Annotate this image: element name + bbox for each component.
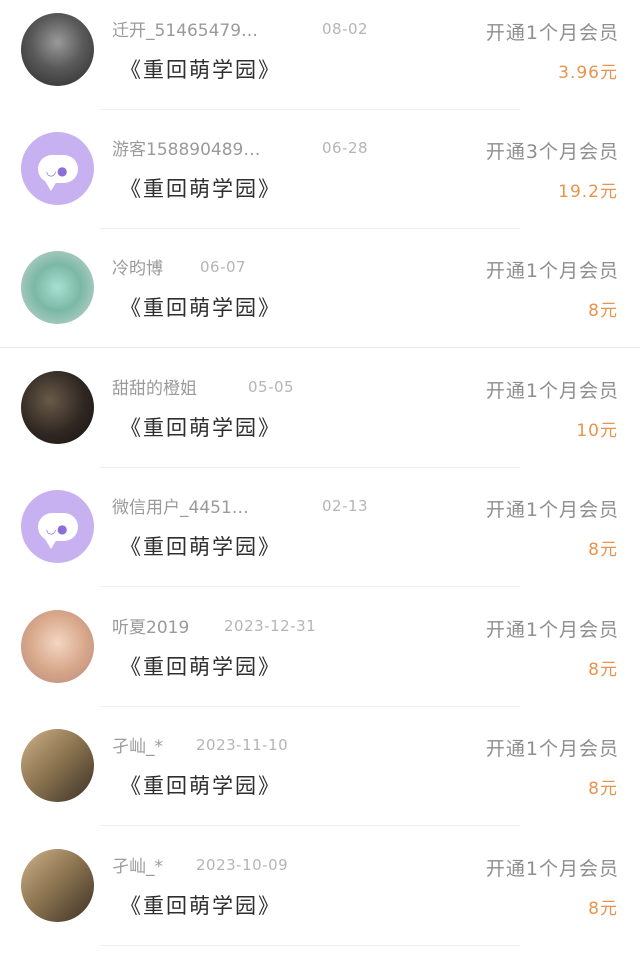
book-title: 《重回萌学园》 [120, 58, 281, 82]
price: 19.2元 [558, 182, 618, 202]
book-title: 《重回萌学园》 [120, 416, 281, 440]
price: 8元 [588, 301, 618, 321]
chat-bubble-icon: ◡ ● [37, 512, 78, 549]
price: 3.96元 [558, 63, 618, 83]
record-date: 02-13 [322, 497, 369, 515]
user-name: 甜甜的橙姐 [112, 379, 197, 399]
price: 8元 [588, 660, 618, 680]
membership-plan: 开通1个月会员 [485, 619, 619, 641]
membership-plan: 开通1个月会员 [485, 260, 619, 282]
book-title: 《重回萌学园》 [120, 774, 281, 798]
list-item[interactable]: ◡ ● 游客158890489… 06-28 《重回萌学园》 开通3个月会员 19… [0, 119, 640, 238]
book-title: 《重回萌学园》 [120, 535, 281, 559]
list-item[interactable]: 迁开_51465479… 08-02 《重回萌学园》 开通1个月会员 3.96元 [0, 0, 640, 119]
avatar[interactable] [21, 610, 94, 683]
user-name: 孑屾_* [112, 737, 163, 757]
user-name: 微信用户_4451… [112, 498, 249, 518]
divider [100, 228, 520, 229]
record-date: 2023-10-09 [196, 856, 289, 874]
user-name: 冷昀博 [112, 259, 163, 279]
user-name: 孑屾_* [112, 857, 163, 877]
book-title: 《重回萌学园》 [120, 894, 281, 918]
divider [100, 467, 520, 468]
record-date: 06-28 [322, 139, 369, 157]
book-title: 《重回萌学园》 [120, 177, 281, 201]
price: 8元 [588, 899, 618, 919]
divider [100, 586, 520, 587]
book-title: 《重回萌学园》 [120, 655, 281, 679]
record-date: 2023-11-10 [196, 736, 289, 754]
divider [0, 347, 640, 348]
membership-plan: 开通1个月会员 [485, 22, 619, 44]
default-avatar-icon[interactable]: ◡ ● [21, 132, 94, 205]
avatar[interactable] [21, 251, 94, 324]
list-item[interactable]: 甜甜的橙姐 05-05 《重回萌学园》 开通1个月会员 10元 [0, 358, 640, 477]
record-date: 06-07 [200, 258, 247, 276]
user-name: 游客158890489… [112, 140, 261, 160]
divider [100, 706, 520, 707]
price: 8元 [588, 779, 618, 799]
avatar[interactable] [21, 729, 94, 802]
list-item[interactable]: 冷昀博 06-07 《重回萌学园》 开通1个月会员 8元 [0, 238, 640, 357]
divider [100, 945, 520, 946]
record-date: 05-05 [248, 378, 295, 396]
divider [100, 825, 520, 826]
book-title: 《重回萌学园》 [120, 296, 281, 320]
price: 10元 [576, 421, 618, 441]
membership-plan: 开通1个月会员 [485, 858, 619, 880]
list-item[interactable]: 孑屾_* 2023-11-10 《重回萌学园》 开通1个月会员 8元 [0, 716, 640, 835]
record-date: 2023-12-31 [224, 617, 317, 635]
list-item[interactable]: 孑屾_* 2023-10-09 《重回萌学园》 开通1个月会员 8元 [0, 836, 640, 955]
avatar[interactable] [21, 13, 94, 86]
divider [100, 109, 520, 110]
avatar[interactable] [21, 371, 94, 444]
membership-plan: 开通1个月会员 [485, 499, 619, 521]
record-date: 08-02 [322, 20, 369, 38]
membership-plan: 开通3个月会员 [485, 141, 619, 163]
user-name: 迁开_51465479… [112, 21, 259, 41]
price: 8元 [588, 540, 618, 560]
chat-bubble-icon: ◡ ● [37, 154, 78, 191]
membership-plan: 开通1个月会员 [485, 380, 619, 402]
list-item[interactable]: ◡ ● 微信用户_4451… 02-13 《重回萌学园》 开通1个月会员 8元 [0, 477, 640, 596]
membership-record-list: 迁开_51465479… 08-02 《重回萌学园》 开通1个月会员 3.96元… [0, 0, 640, 961]
default-avatar-icon[interactable]: ◡ ● [21, 490, 94, 563]
avatar[interactable] [21, 849, 94, 922]
user-name: 听夏2019 [112, 618, 190, 638]
list-item[interactable]: 听夏2019 2023-12-31 《重回萌学园》 开通1个月会员 8元 [0, 597, 640, 716]
membership-plan: 开通1个月会员 [485, 738, 619, 760]
